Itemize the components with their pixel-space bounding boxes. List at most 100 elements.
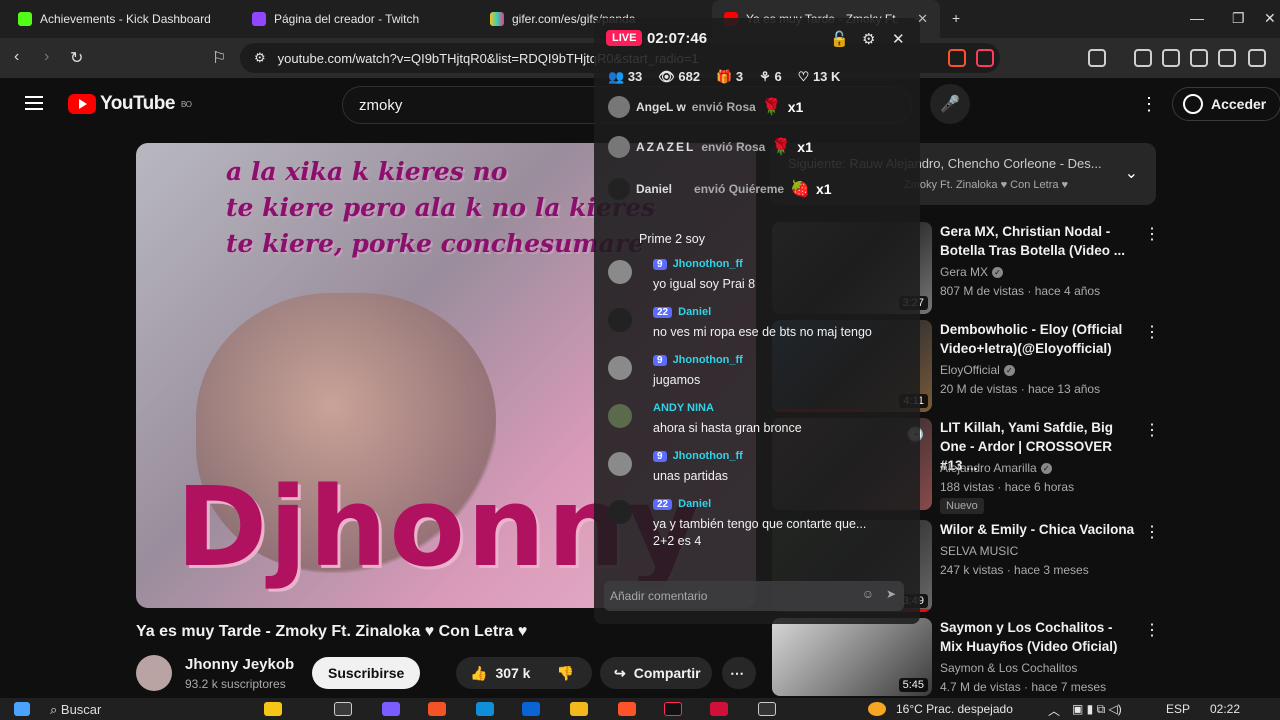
kebab-icon[interactable]: ⋮ <box>1144 420 1160 440</box>
gift-count: x1 <box>797 139 813 155</box>
like-button[interactable]: 👍 307 k 👎 <box>456 657 592 689</box>
settings-kebab-icon[interactable]: ⋮ <box>1140 94 1158 115</box>
subscribe-button[interactable]: Suscribirse <box>312 657 421 689</box>
bookmark-icon[interactable]: ⚐ <box>212 48 226 68</box>
widgets-icon[interactable] <box>264 702 282 716</box>
tab-kick[interactable]: Achievements - Kick Dashboard <box>6 0 228 38</box>
sidebar-icon[interactable] <box>1162 49 1180 67</box>
tiktok-icon[interactable] <box>664 702 682 716</box>
send-icon[interactable]: ➤ <box>886 587 896 601</box>
chat-username: Jhonothon_ff <box>672 258 743 270</box>
lock-icon[interactable]: 🔓 <box>830 30 849 48</box>
channel-name[interactable]: Jhonny Jeykob <box>185 656 294 673</box>
brave-shields-icon[interactable] <box>948 49 966 67</box>
tab-twitch[interactable]: Página del creador - Twitch <box>240 0 470 38</box>
recommendation-channel[interactable]: Gera MX ✓ <box>940 265 1004 279</box>
avatar <box>608 452 632 476</box>
chevron-down-icon[interactable]: ⌄ <box>1125 163 1138 183</box>
outlook-icon[interactable] <box>522 702 540 716</box>
reload-icon[interactable]: ↻ <box>70 48 83 68</box>
media-icon[interactable] <box>1134 49 1152 67</box>
copilot-icon[interactable] <box>382 702 400 716</box>
file-explorer-icon[interactable] <box>570 702 588 716</box>
shares-count: 6 <box>774 69 782 84</box>
level-badge: 22 <box>653 498 673 510</box>
chat-message-text: 2+2 es 4 <box>653 534 702 548</box>
reader-mode-icon[interactable] <box>1088 49 1106 67</box>
tray-chevron-icon[interactable]: ︿ <box>1048 702 1060 719</box>
kebab-icon[interactable]: ⋮ <box>1144 224 1160 244</box>
minimize-icon[interactable]: — <box>1190 10 1204 26</box>
chat-message: 9 Jhonothon_ff yo igual soy Prai 8 <box>608 258 908 302</box>
brave-rewards-icon[interactable] <box>976 49 994 67</box>
app-icon[interactable] <box>710 702 728 716</box>
recommendation-channel[interactable]: EloyOfficial ✓ <box>940 363 1015 377</box>
recommendation-title[interactable]: Saymon y Los Cochalitos - Mix Huayños (V… <box>940 618 1135 656</box>
close-icon[interactable]: ✕ <box>892 30 905 48</box>
likes-stat: ♡ 13 K <box>798 69 841 85</box>
more-actions-button[interactable]: ⋯ <box>722 657 756 689</box>
weather-icon[interactable] <box>868 702 886 716</box>
live-chat-overlay: LIVE 02:07:46 🔓 ⚙ ✕ 👥 33 👁 682 🎁 3 ⚘ 6 ♡… <box>594 18 920 624</box>
gift-user: AngeL w <box>636 100 686 114</box>
tray-icons[interactable]: ▣ ▮ ⧉ ◁) <box>1072 702 1122 717</box>
language-indicator[interactable]: ESP <box>1166 702 1190 716</box>
chat-message: 9 Jhonothon_ff jugamos <box>608 354 908 398</box>
back-icon[interactable]: ‹ <box>14 48 19 66</box>
signin-button[interactable]: Acceder <box>1172 87 1280 121</box>
comment-input[interactable]: Añadir comentario ☺ ➤ <box>604 581 904 611</box>
logo-text: YouTube <box>100 93 175 114</box>
twitch-icon <box>252 12 266 26</box>
video-thumbnail[interactable]: 5:45 <box>772 618 932 696</box>
store-icon[interactable] <box>428 702 446 716</box>
forward-icon[interactable]: › <box>44 48 49 66</box>
channel-avatar[interactable] <box>136 655 172 691</box>
recommendation-item[interactable]: 5:45 Saymon y Los Cochalitos - Mix Huayñ… <box>772 618 1172 696</box>
avatar <box>608 260 632 284</box>
edge-icon[interactable] <box>476 702 494 716</box>
menu-icon[interactable] <box>25 96 43 110</box>
recommendation-channel[interactable]: SELVA MUSIC <box>940 544 1018 558</box>
site-info-icon[interactable]: ⚙ <box>254 50 266 66</box>
chat-message-text: Prime 2 soy <box>639 232 705 246</box>
chat-message: 22 Daniel no ves mi ropa ese de bts no m… <box>608 306 908 350</box>
weather-text[interactable]: 16°C Prac. despejado <box>896 702 1013 716</box>
kebab-icon[interactable]: ⋮ <box>1144 522 1160 542</box>
gift-user: Daniel <box>636 182 673 196</box>
like-count: 307 k <box>495 665 531 681</box>
taskbar-search[interactable]: ⌕ Buscar <box>50 702 101 718</box>
recommendation-title[interactable]: Wilor & Emily - Chica Vacilona <box>940 520 1135 539</box>
recommendation-channel[interactable]: Saymon & Los Cochalitos <box>940 661 1077 675</box>
brave-icon[interactable] <box>618 702 636 716</box>
microphone-icon[interactable]: 🎤 <box>930 84 970 124</box>
recommendation-channel[interactable]: Alejandro Amarilla ✓ <box>940 461 1052 475</box>
thumbs-down-icon[interactable]: 👎 <box>556 665 573 682</box>
leo-icon[interactable] <box>1218 49 1236 67</box>
recorder-icon[interactable] <box>758 702 776 716</box>
task-view-icon[interactable] <box>334 702 352 716</box>
rose-icon: 🌹 <box>771 139 792 156</box>
new-tab-icon[interactable]: + <box>952 10 960 26</box>
chat-username: Jhonothon_ff <box>672 450 743 462</box>
vpn-icon[interactable] <box>1248 49 1266 67</box>
wallet-icon[interactable] <box>1190 49 1208 67</box>
gift-event: AngeL w envió Rosa 🌹 x1 <box>608 96 803 118</box>
windows-start-icon[interactable] <box>14 702 30 716</box>
close-window-icon[interactable]: ✕ <box>1264 10 1276 27</box>
recommendation-title[interactable]: Dembowholic - Eloy (Official Video+letra… <box>940 320 1135 358</box>
lyric-line: a la xika k kieres no <box>226 157 508 186</box>
emoji-icon[interactable]: ☺ <box>862 587 874 601</box>
taskbar-search-label: Buscar <box>60 702 102 717</box>
kebab-icon[interactable]: ⋮ <box>1144 620 1160 640</box>
views-stat: 👁 682 <box>658 69 700 85</box>
youtube-play-icon <box>68 94 96 114</box>
clock[interactable]: 02:22 <box>1210 702 1240 716</box>
chat-username: Jhonothon_ff <box>672 354 743 366</box>
chat-message-text: yo igual soy Prai 8 <box>653 277 756 291</box>
gear-icon[interactable]: ⚙ <box>862 30 875 48</box>
youtube-logo[interactable]: YouTube BO <box>68 93 192 115</box>
recommendation-title[interactable]: Gera MX, Christian Nodal - Botella Tras … <box>940 222 1135 260</box>
share-button[interactable]: ↪ Compartir <box>600 657 712 689</box>
maximize-icon[interactable]: ❐ <box>1232 10 1245 27</box>
kebab-icon[interactable]: ⋮ <box>1144 322 1160 342</box>
